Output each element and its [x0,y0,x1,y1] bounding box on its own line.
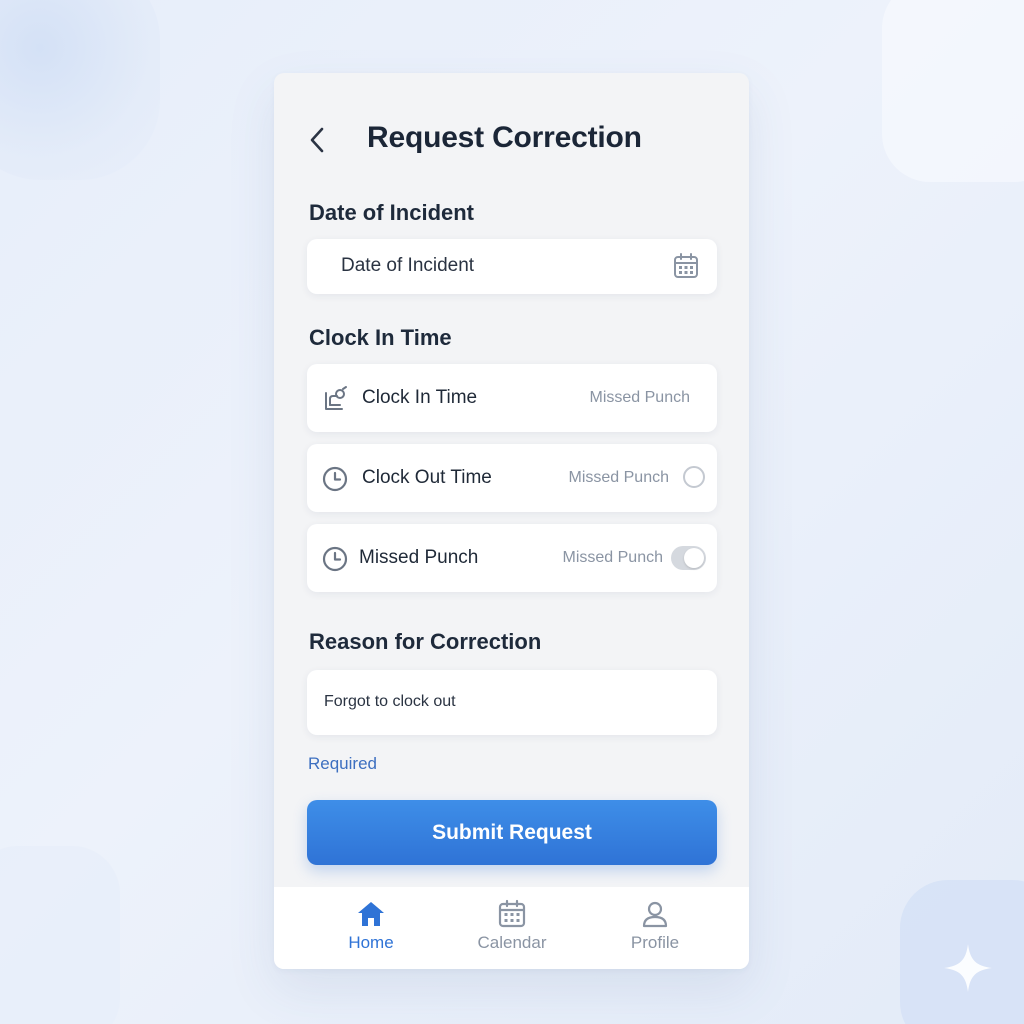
bottom-nav: Home Calendar Profile [274,887,749,969]
nav-label-profile: Profile [630,933,680,952]
clock-icon [322,466,348,492]
profile-icon [642,901,668,928]
nav-item-home[interactable]: Home [316,899,426,953]
clock-out-row[interactable]: Clock Out Time Missed Punch [307,444,717,512]
clock-out-radio[interactable] [683,466,705,488]
clock-in-row[interactable]: Clock In Time Missed Punch [307,364,717,432]
nav-label-calendar: Calendar [477,933,547,952]
clock-in-status: Missed Punch [589,389,691,406]
date-of-incident-field[interactable]: Date of Incident [307,239,717,294]
clock-out-status: Missed Punch [568,469,670,486]
missed-punch-label: Missed Punch [359,547,479,568]
nav-item-calendar[interactable]: Calendar [457,899,567,953]
missed-punch-row[interactable]: Missed Punch Missed Punch [307,524,717,592]
reason-input-value: Forgot to clock out [324,693,456,710]
calendar-icon[interactable] [672,252,700,280]
submit-request-button[interactable]: Submit Request [307,800,717,865]
nav-item-profile[interactable]: Profile [600,899,710,953]
reason-input[interactable]: Forgot to clock out [307,670,717,735]
background-blob [0,0,160,180]
app-screen: Request Correction Date of Incident Date… [274,73,749,969]
toggle-knob [684,548,704,568]
clock-icon [322,546,348,572]
chevron-left-icon [310,127,324,153]
missed-punch-toggle[interactable] [671,546,706,570]
clock-in-icon [325,386,347,410]
clock-section-label: Clock In Time [309,325,452,350]
calendar-icon [498,899,526,928]
reason-section-label: Reason for Correction [309,629,542,654]
clock-in-label: Clock In Time [362,387,478,408]
page-title: Request Correction [367,121,642,154]
clock-out-label: Clock Out Time [362,467,492,488]
background-blob [0,846,120,1024]
nav-label-home: Home [348,933,394,952]
sparkle-icon [944,944,992,992]
missed-punch-status: Missed Punch [562,549,664,566]
home-icon [358,902,384,926]
background-blob [882,0,1024,182]
date-section-label: Date of Incident [309,200,475,225]
back-button[interactable] [304,123,330,157]
required-hint: Required [308,754,377,773]
date-field-text: Date of Incident [341,255,475,276]
